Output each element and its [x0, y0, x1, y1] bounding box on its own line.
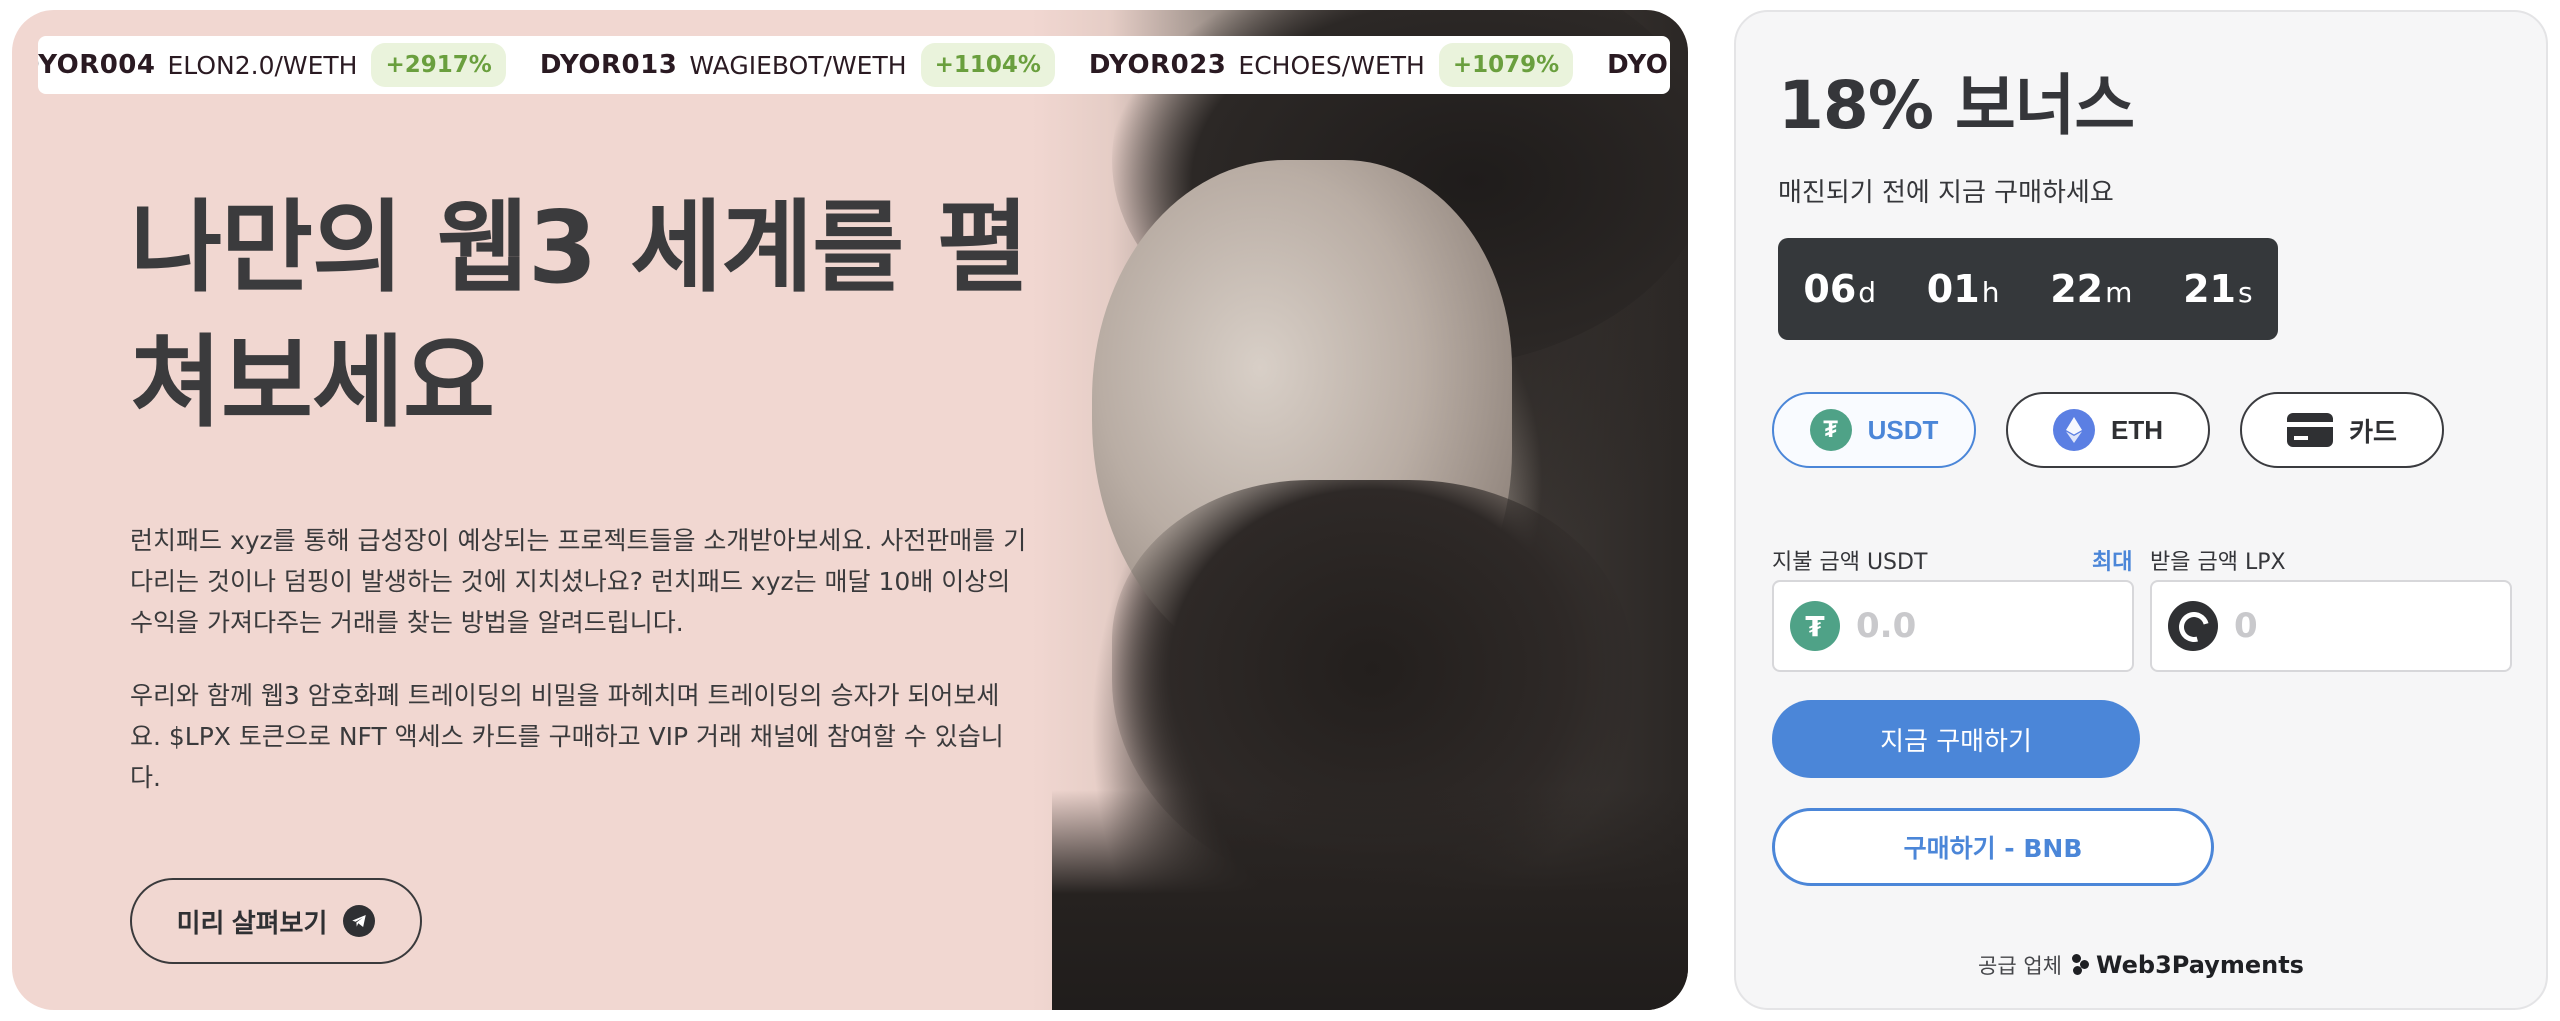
pay-usdt-button[interactable]: ₮ USDT — [1772, 392, 1976, 468]
web3payments-logo[interactable]: Web3Payments — [2072, 951, 2304, 979]
telegram-icon — [343, 905, 376, 937]
presale-panel: 18% 보너스 매진되기 전에 지금 구매하세요 06 d 01 h 22 m … — [1734, 10, 2548, 1010]
countdown-seconds: 21 s — [2183, 267, 2252, 311]
hero-paragraph-2: 우리와 함께 웹3 암호화폐 트레이딩의 비밀을 파헤치며 트레이딩의 승자가 … — [130, 681, 1004, 792]
ticker-id: DYOR013 — [539, 50, 678, 80]
countdown-minutes-unit: m — [2105, 276, 2133, 309]
pay-usdt-label: USDT — [1867, 414, 1939, 445]
countdown-minutes: 22 m — [2050, 267, 2132, 311]
payment-method-selector: ₮ USDT ETH 카드 — [1772, 392, 2444, 468]
tether-icon: ₮ — [1790, 601, 1840, 651]
countdown-seconds-value: 21 — [2183, 267, 2236, 311]
ticker-id: DYOR004 — [38, 50, 156, 80]
bonus-title: 18% 보너스 — [1778, 67, 2135, 144]
pay-eth-button[interactable]: ETH — [2006, 392, 2210, 468]
max-link[interactable]: 최대 — [2092, 544, 2132, 576]
hero-headline: 나만의 웹3 세계를 펼쳐보세요 — [130, 189, 1029, 441]
receive-amount-field — [2150, 580, 2512, 672]
countdown-hours-unit: h — [1981, 276, 2000, 309]
ticker-change-badge: +1104% — [920, 43, 1055, 87]
price-ticker: DYOR004 ELON2.0/WETH +2917% DYOR013 WAGI… — [38, 36, 1670, 94]
lpx-token-icon — [2168, 601, 2218, 651]
pay-amount-input[interactable] — [1854, 605, 2088, 647]
ticker-item[interactable]: DYOR013 WAGIEBOT/WETH +1104% — [540, 43, 1055, 87]
ticker-pair: ECHOES/WETH — [1238, 50, 1425, 80]
tether-icon: ₮ — [1809, 409, 1852, 451]
ticker-change-badge: +2917% — [371, 43, 506, 87]
ticker-pair: ELON2.0/WETH — [167, 50, 358, 80]
countdown-hours: 01 h — [1927, 267, 2000, 311]
countdown-seconds-unit: s — [2238, 276, 2253, 309]
pay-amount-field: ₮ — [1772, 580, 2134, 672]
hero-paragraph-1: 런치패드 xyz를 통해 급성장이 예상되는 프로젝트들을 소개받아보세요. 사… — [130, 526, 1027, 637]
supplier-label: 공급 업체 — [1978, 954, 2062, 978]
ticker-item[interactable]: DYOR031 H — [1607, 50, 1670, 80]
supplier-credit: 공급 업체 Web3Payments — [1736, 950, 2546, 980]
receive-amount-input[interactable] — [2232, 605, 2466, 647]
portrait-shirt — [1052, 790, 1688, 1010]
ticker-id: DYOR031 — [1607, 50, 1670, 80]
countdown-timer: 06 d 01 h 22 m 21 s — [1778, 238, 2278, 340]
ethereum-icon — [2053, 409, 2095, 451]
web3payments-icon — [2072, 954, 2090, 976]
countdown-days-value: 06 — [1803, 267, 1857, 311]
pay-card-button[interactable]: 카드 — [2240, 392, 2444, 468]
ticker-id: DYOR023 — [1088, 50, 1227, 80]
hero-section: DYOR004 ELON2.0/WETH +2917% DYOR013 WAGI… — [12, 10, 1688, 1010]
supplier-name: Web3Payments — [2096, 951, 2304, 979]
ticker-change-badge: +1079% — [1438, 43, 1574, 87]
ticker-pair: WAGIEBOT/WETH — [689, 50, 907, 80]
buy-now-button[interactable]: 지금 구매하기 — [1772, 700, 2140, 778]
ticker-item[interactable]: DYOR004 ELON2.0/WETH +2917% — [38, 43, 506, 87]
ticker-item[interactable]: DYOR023 ECHOES/WETH +1079% — [1088, 43, 1574, 87]
pay-eth-label: ETH — [2111, 414, 2163, 445]
credit-card-icon — [2287, 413, 2334, 447]
countdown-minutes-value: 22 — [2050, 267, 2104, 311]
preview-button-label: 미리 살펴보기 — [176, 907, 328, 938]
pay-amount-label: 지불 금액 USDT — [1772, 550, 1928, 575]
countdown-hours-value: 01 — [1926, 267, 1980, 311]
countdown-days-unit: d — [1858, 276, 1877, 309]
pay-card-label: 카드 — [2349, 416, 2397, 447]
receive-amount-label: 받을 금액 LPX — [2150, 550, 2286, 575]
buy-bnb-button[interactable]: 구매하기 - BNB — [1772, 808, 2214, 886]
bonus-subtitle: 매진되기 전에 지금 구매하세요 — [1778, 178, 2114, 208]
countdown-days: 06 d — [1803, 267, 1876, 311]
preview-button[interactable]: 미리 살펴보기 — [130, 878, 422, 964]
